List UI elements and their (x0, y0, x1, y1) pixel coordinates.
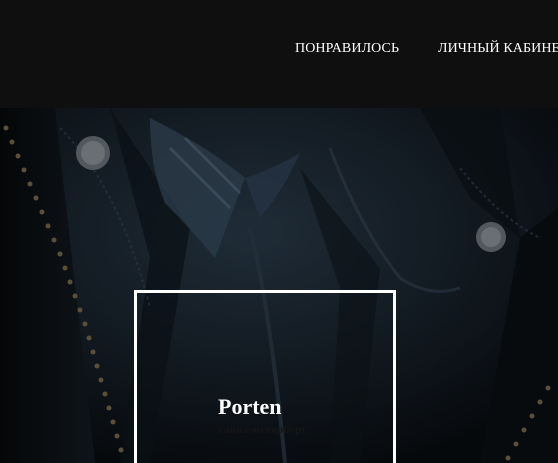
top-navigation-bar: ПОНРАВИЛОСЬ ЛИЧНЫЙ КАБИНЕТ (0, 0, 558, 108)
card-title: Porten (218, 394, 282, 419)
nav-link-personal-cabinet[interactable]: ЛИЧНЫЙ КАБИНЕТ (438, 41, 558, 57)
card-frame[interactable] (134, 290, 396, 463)
nav-link-liked[interactable]: ПОНРАВИЛОСЬ (295, 41, 399, 57)
page: ПОНРАВИЛОСЬ ЛИЧНЫЙ КАБИНЕТ Porten санкт-… (0, 0, 558, 463)
card-subtitle-city: санкт-петербург (218, 422, 307, 436)
